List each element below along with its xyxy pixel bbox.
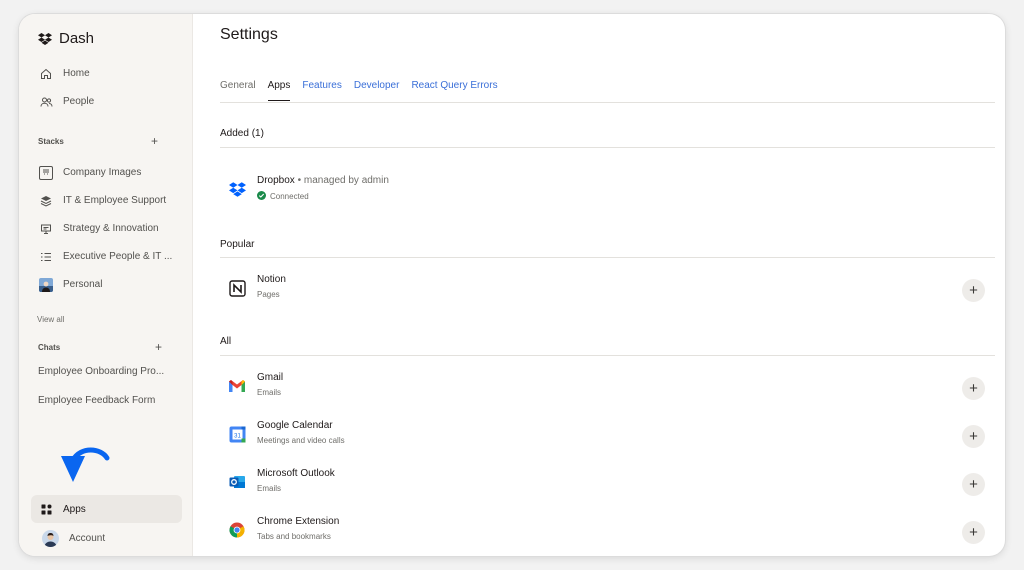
sidebar-item-personal[interactable]: Personal — [31, 271, 182, 298]
add-microsoft-outlook-button[interactable]: + — [962, 473, 985, 496]
divider — [220, 147, 995, 148]
sidebar-item-label: IT & Employee Support — [63, 195, 167, 206]
popular-section-heading: Popular — [220, 239, 255, 250]
sidebar-item-label: Personal — [63, 279, 103, 290]
check-circle-icon — [257, 191, 266, 202]
add-google-calendar-button[interactable]: + — [962, 425, 985, 448]
chat-item-employee-onboarding[interactable]: Employee Onboarding Pro... — [38, 366, 164, 377]
sidebar-item-label: Company Images — [63, 167, 142, 178]
tab-features[interactable]: Features — [302, 80, 341, 101]
app-name: Dropbox • managed by admin — [257, 175, 389, 186]
home-icon — [39, 67, 53, 81]
sidebar-item-label: Home — [63, 68, 90, 79]
dropbox-icon — [227, 179, 247, 199]
app-title: Dropbox — [257, 175, 295, 186]
app-description: Pages — [257, 290, 280, 299]
apps-grid-icon — [39, 502, 53, 516]
app-managed-note: • managed by admin — [294, 175, 389, 186]
chrome-icon — [227, 520, 247, 540]
status-label: Connected — [270, 192, 309, 201]
notion-icon — [227, 278, 247, 298]
google-calendar-icon: 31 — [227, 424, 247, 444]
tab-react-query-errors[interactable]: React Query Errors — [411, 80, 497, 101]
outlook-icon — [227, 472, 247, 492]
tab-developer[interactable]: Developer — [354, 80, 400, 101]
app-title: Gmail — [257, 372, 284, 383]
people-icon — [39, 95, 53, 109]
tab-apps[interactable]: Apps — [267, 80, 291, 101]
sidebar-item-label: Account — [69, 533, 106, 544]
add-stack-button[interactable]: + — [151, 135, 158, 147]
sidebar-item-label: People — [63, 96, 95, 107]
tabs-divider — [220, 102, 995, 103]
app-row-chrome-extension[interactable]: Chrome Extension Tabs and bookmarks + — [227, 516, 985, 550]
sidebar: Dash Home People Stacks + Company Images — [19, 14, 193, 556]
app-row-gmail[interactable]: Gmail Emails + — [227, 372, 985, 406]
app-window: Dash Home People Stacks + Company Images — [19, 14, 1005, 556]
gmail-icon — [227, 376, 247, 396]
app-description: Meetings and video calls — [257, 436, 345, 445]
chats-heading: Chats — [38, 343, 61, 352]
tab-general[interactable]: General — [220, 80, 256, 101]
photo-thumbnail-icon — [39, 277, 53, 292]
presentation-icon — [39, 222, 53, 236]
added-section-heading: Added (1) — [220, 128, 264, 139]
app-description: Emails — [257, 484, 282, 493]
stacks-heading: Stacks — [38, 137, 64, 146]
app-row-google-calendar[interactable]: 31 Google Calendar Meetings and video ca… — [227, 420, 985, 454]
avatar — [42, 530, 59, 547]
divider — [220, 257, 995, 258]
brand[interactable]: Dash — [38, 30, 94, 47]
brand-name: Dash — [59, 30, 95, 47]
app-row-microsoft-outlook[interactable]: Microsoft Outlook Emails + — [227, 468, 985, 502]
app-title: Google Calendar — [257, 420, 333, 431]
sidebar-item-people[interactable]: People — [31, 88, 182, 115]
app-title: Chrome Extension — [257, 516, 340, 527]
sidebar-item-label: Executive People & IT ... — [63, 251, 173, 262]
stack-image-icon — [39, 165, 53, 180]
sidebar-item-label: Apps — [63, 503, 86, 515]
app-description: Emails — [257, 388, 282, 397]
divider — [220, 355, 995, 356]
add-chrome-extension-button[interactable]: + — [962, 521, 985, 544]
settings-main: Settings General Apps Features Developer… — [194, 14, 1005, 556]
sidebar-item-executive-people-it[interactable]: Executive People & IT ... — [31, 243, 182, 270]
add-gmail-button[interactable]: + — [962, 377, 985, 400]
sidebar-item-company-images[interactable]: Company Images — [31, 159, 182, 186]
settings-tabs: General Apps Features Developer React Qu… — [220, 80, 498, 101]
add-notion-button[interactable]: + — [962, 279, 985, 302]
connection-status: Connected — [257, 191, 309, 202]
app-title: Microsoft Outlook — [257, 468, 335, 479]
sidebar-item-strategy-innovation[interactable]: Strategy & Innovation — [31, 215, 182, 242]
sidebar-item-label: Strategy & Innovation — [63, 223, 159, 234]
all-section-heading: All — [220, 336, 232, 347]
page-title: Settings — [220, 26, 278, 43]
layers-icon — [39, 194, 53, 208]
checklist-icon — [39, 250, 53, 264]
sidebar-item-account[interactable]: Account — [34, 525, 185, 552]
pointer-arrow-icon — [57, 444, 113, 497]
view-all-stacks-link[interactable]: View all — [37, 315, 64, 324]
app-row-dropbox[interactable]: Dropbox • managed by admin Connected — [227, 175, 985, 209]
svg-text:31: 31 — [234, 433, 241, 439]
app-description: Tabs and bookmarks — [257, 532, 331, 541]
sidebar-item-it-employee-support[interactable]: IT & Employee Support — [31, 187, 182, 214]
app-title: Notion — [257, 274, 286, 285]
chat-item-employee-feedback[interactable]: Employee Feedback Form — [38, 395, 155, 406]
sidebar-item-apps[interactable]: Apps — [31, 495, 182, 523]
app-row-notion[interactable]: Notion Pages + — [227, 274, 985, 308]
sidebar-item-home[interactable]: Home — [31, 60, 182, 87]
add-chat-button[interactable]: + — [155, 341, 162, 353]
dropbox-logo-icon — [38, 32, 52, 46]
